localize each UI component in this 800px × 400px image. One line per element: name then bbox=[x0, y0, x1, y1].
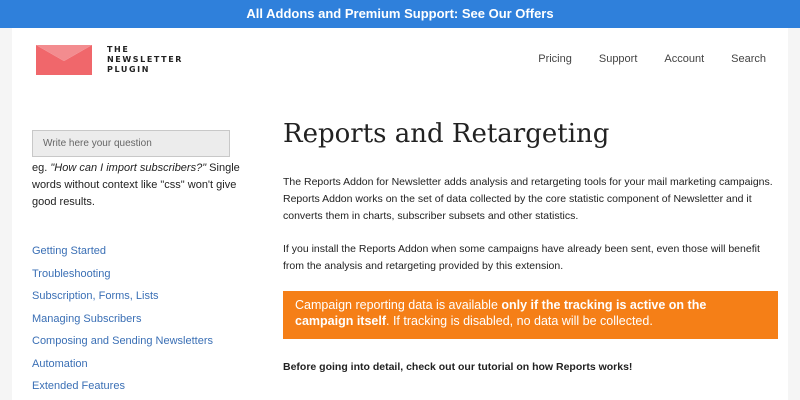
nav-account[interactable]: Account bbox=[664, 53, 704, 65]
page-title: Reports and Retargeting bbox=[283, 119, 610, 149]
logo-line-2: PLUGIN bbox=[107, 65, 151, 74]
notice-suffix: . If tracking is disabled, no data will … bbox=[386, 314, 653, 328]
tutorial-text: Before going into detail, check out our … bbox=[283, 361, 633, 373]
hint-example: "How can I import subscribers?" bbox=[50, 162, 207, 174]
question-search-input[interactable]: Write here your question bbox=[32, 130, 230, 157]
search-hint: eg. "How can I import subscribers?" Sing… bbox=[32, 160, 242, 211]
nav-support[interactable]: Support bbox=[599, 53, 638, 65]
install-paragraph: If you install the Reports Addon when so… bbox=[283, 243, 760, 272]
main-nav: Pricing Support Account Search bbox=[511, 53, 766, 65]
banner-text: All Addons and Premium Support: See Our … bbox=[246, 6, 554, 21]
page-container: THE NEWSLETTER PLUGIN Pricing Support Ac… bbox=[12, 28, 788, 400]
envelope-logo-icon bbox=[36, 45, 92, 75]
sidebar-item-getting-started[interactable]: Getting Started bbox=[32, 243, 213, 266]
nav-pricing[interactable]: Pricing bbox=[538, 53, 572, 65]
sidebar-item-automation[interactable]: Automation bbox=[32, 356, 213, 379]
intro-paragraph: The Reports Addon for Newsletter adds an… bbox=[283, 176, 773, 222]
logo-line-1: THE NEWSLETTER bbox=[107, 45, 184, 64]
sidebar-item-subscription[interactable]: Subscription, Forms, Lists bbox=[32, 288, 213, 311]
nav-search[interactable]: Search bbox=[731, 53, 766, 65]
sidebar: Write here your question eg. "How can I … bbox=[32, 130, 262, 211]
site-header: THE NEWSLETTER PLUGIN Pricing Support Ac… bbox=[12, 28, 788, 90]
sidebar-item-extended-features[interactable]: Extended Features bbox=[32, 378, 213, 400]
sidebar-item-troubleshooting[interactable]: Troubleshooting bbox=[32, 266, 213, 289]
logo-text: THE NEWSLETTER PLUGIN bbox=[107, 45, 207, 75]
sidebar-item-managing-subscribers[interactable]: Managing Subscribers bbox=[32, 311, 213, 334]
top-banner[interactable]: All Addons and Premium Support: See Our … bbox=[0, 0, 800, 28]
tracking-notice: Campaign reporting data is available onl… bbox=[283, 291, 778, 339]
sidebar-nav: Getting Started Troubleshooting Subscrip… bbox=[32, 243, 213, 400]
site-logo[interactable]: THE NEWSLETTER PLUGIN bbox=[36, 45, 207, 75]
sidebar-item-composing[interactable]: Composing and Sending Newsletters bbox=[32, 333, 213, 356]
notice-prefix: Campaign reporting data is available bbox=[295, 298, 502, 312]
main-content: Reports and Retargeting The Reports Addo… bbox=[283, 116, 778, 373]
hint-prefix: eg. bbox=[32, 162, 51, 174]
